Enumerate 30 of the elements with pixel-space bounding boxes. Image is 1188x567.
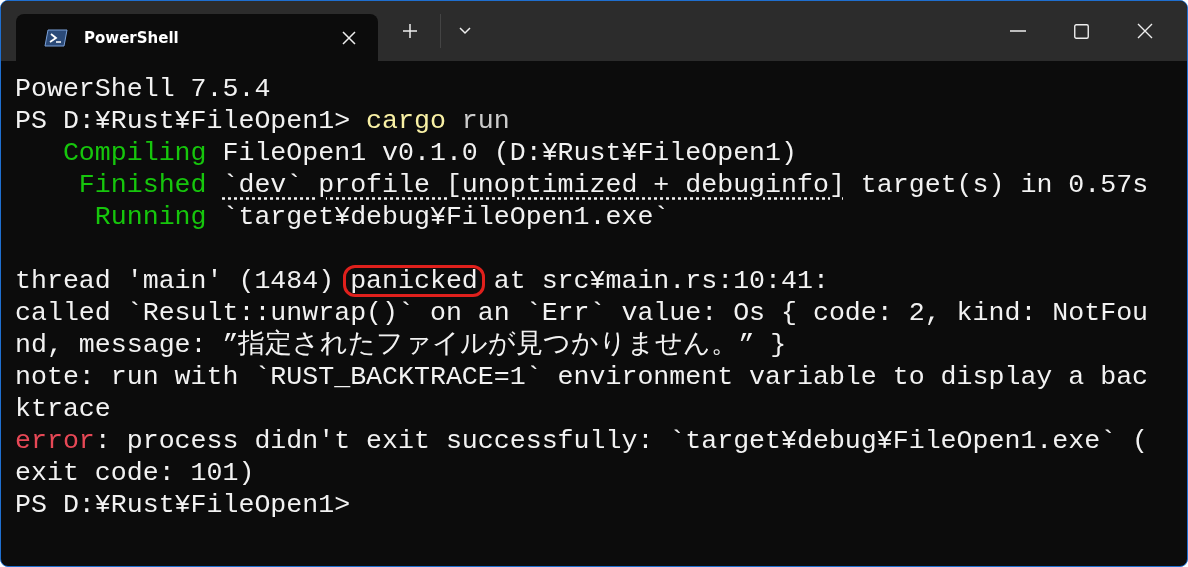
terminal-text: note: run with `RUST_BACKTRACE=1` environment variable to display a bac [15, 362, 1149, 392]
terminal-text: called `Result::unwrap()` on an `Err` value: Os { code: 2, kind: NotFou [15, 298, 1149, 328]
circled-word: panicked [343, 265, 485, 297]
prompt-icon [44, 28, 68, 47]
terminal-text: PowerShell 7.5.4 [15, 74, 271, 104]
close-icon[interactable] [1137, 23, 1153, 39]
argument-text: run [460, 106, 510, 136]
terminal-text: PS D:¥Rust¥FileOpen1> [15, 490, 351, 520]
error-text: error [15, 426, 95, 456]
terminal-text: thread 'main' (1484) [15, 266, 336, 296]
link-text: `dev` profile [unoptimized + debuginfo] [222, 170, 845, 200]
terminal-text: FileOpen1 v0.1.0 (D:¥Rust¥FileOpen1) [221, 138, 797, 168]
tab[interactable]: PowerShell [16, 14, 378, 61]
plus-icon[interactable] [402, 23, 418, 39]
status-text: Compiling [61, 138, 207, 168]
tab-title: PowerShell [84, 28, 180, 47]
status-text: Finished [77, 170, 208, 200]
terminal-text: nd, message: ”指定されたファイルが見つかりません。” } [15, 330, 787, 360]
terminal-text: exit code: 101) [15, 458, 255, 488]
maximize-icon[interactable] [1074, 23, 1089, 39]
terminal-text: ktrace [15, 394, 111, 424]
terminal-text: at src¥main.rs:10:41: [492, 266, 829, 296]
terminal-text: `target¥debug¥FileOpen1.exe` [221, 202, 670, 232]
command-text: cargo [366, 106, 446, 136]
chevron-down-icon[interactable] [459, 27, 471, 35]
terminal-text: PS D:¥Rust¥FileOpen1> [15, 106, 352, 136]
status-text: Running [93, 202, 207, 232]
terminal-text: : process didn't exit successfully: `target¥debug¥FileOpen1.exe` ( [94, 426, 1149, 456]
close-icon[interactable] [342, 30, 356, 45]
terminal-text: target(s) in 0.57s [859, 170, 1149, 200]
